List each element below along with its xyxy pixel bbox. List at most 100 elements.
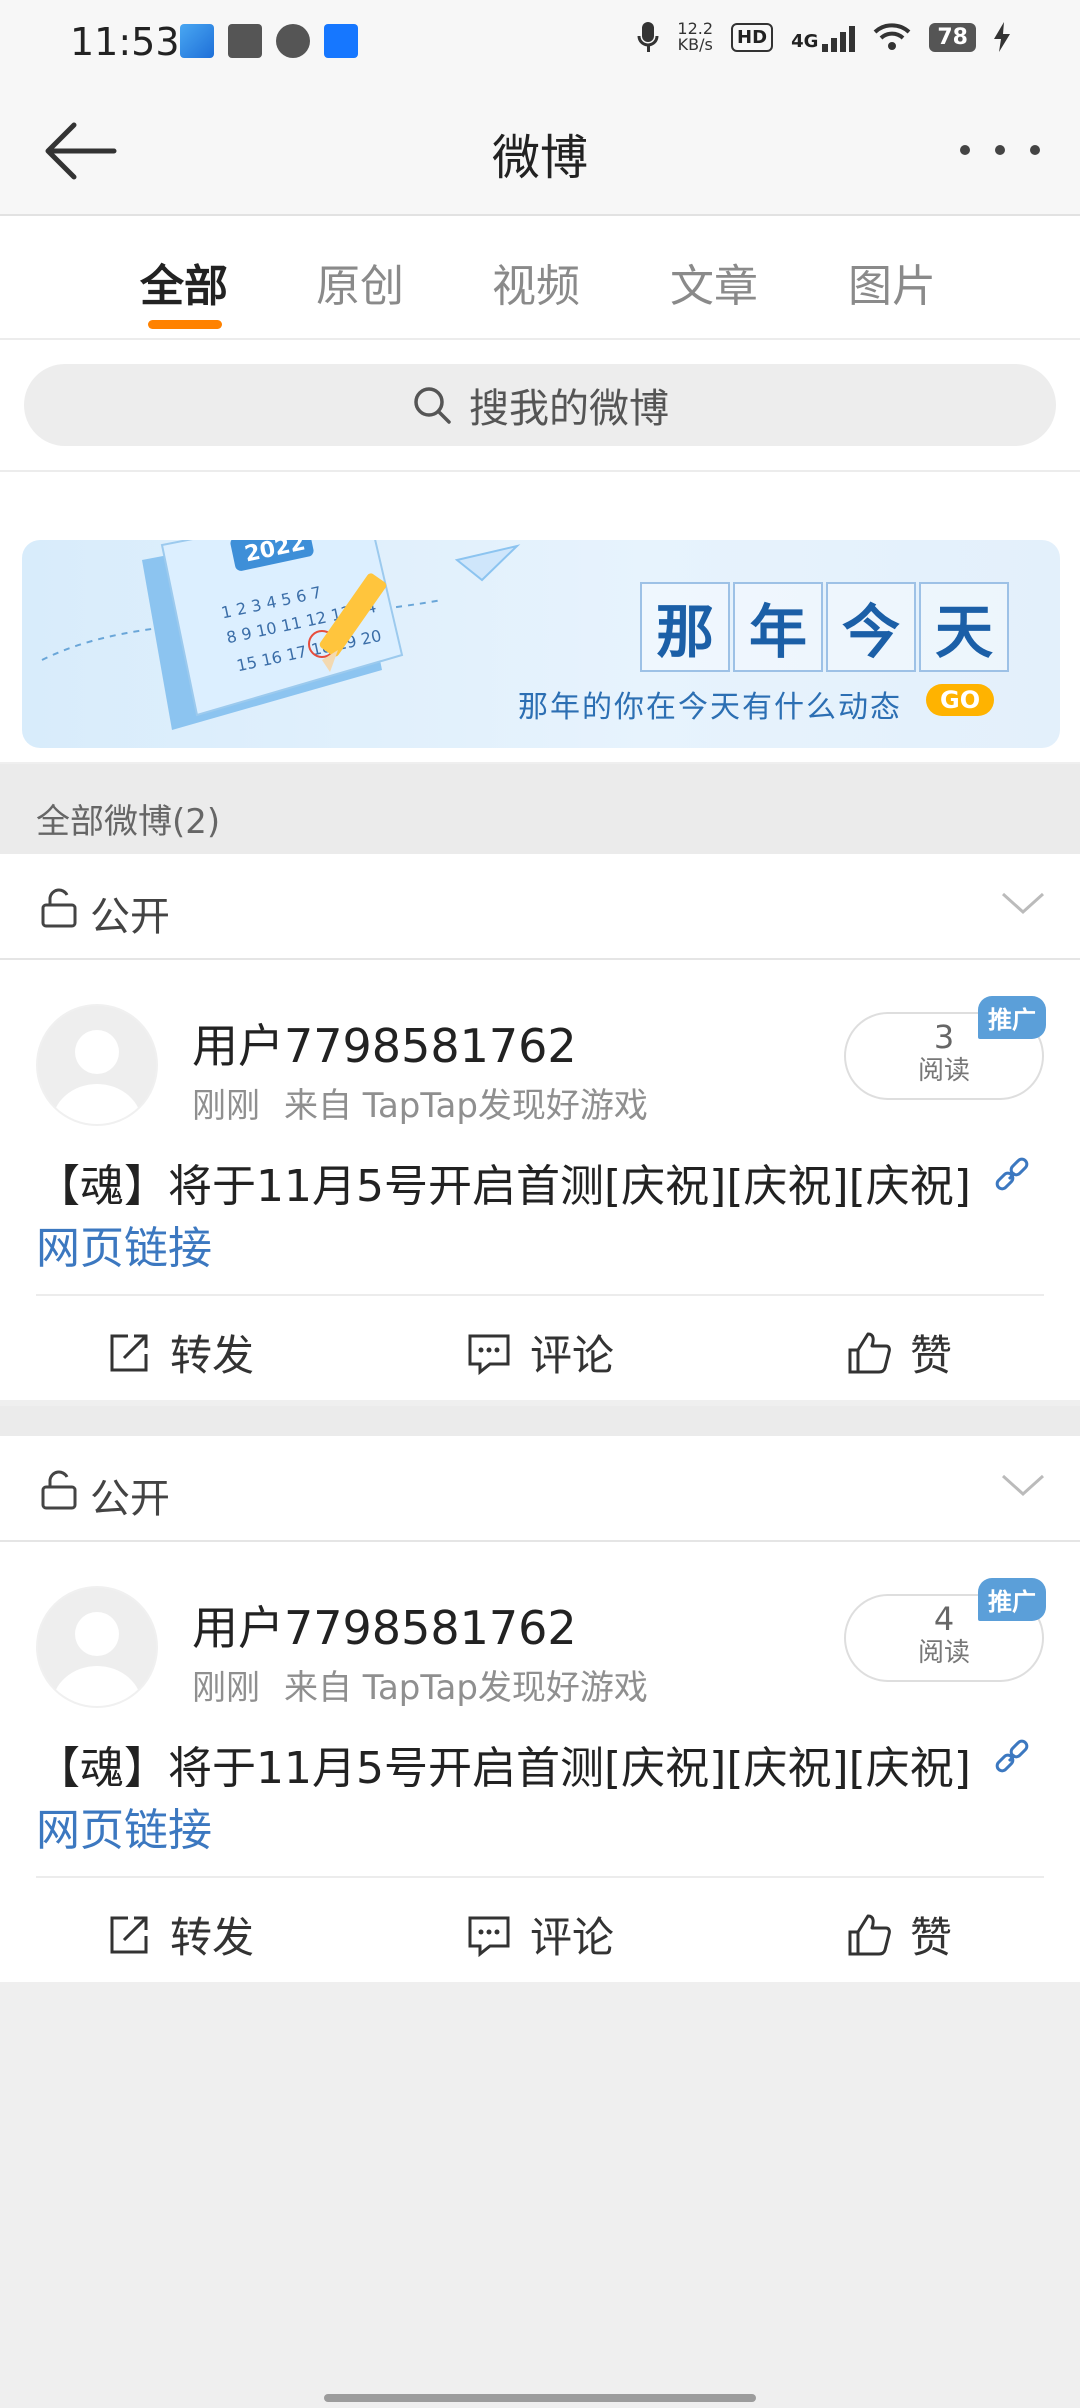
status-time: 11:53	[70, 20, 180, 64]
post-time: 刚刚	[192, 1086, 260, 1126]
unlock-icon	[41, 888, 77, 928]
section-label: 全部微博(2)	[36, 802, 221, 842]
link-icon	[995, 1739, 1029, 1773]
status-right: 12.2 KB/s HD 4G 78	[637, 20, 1010, 54]
search-input[interactable]: 搜我的微博	[24, 364, 1056, 446]
visibility-label: 公开	[90, 894, 170, 940]
microphone-icon	[637, 22, 659, 52]
banner-title-char: 今	[826, 582, 916, 672]
default-avatar-icon	[52, 1612, 142, 1706]
filter-tabs: 全部 原创 视频 文章 图片	[0, 216, 1080, 340]
avatar[interactable]	[36, 1586, 158, 1708]
like-label: 赞	[910, 1331, 953, 1380]
post-username[interactable]: 用户7798581762	[192, 1592, 577, 1658]
more-button[interactable]	[960, 128, 1040, 172]
like-label: 赞	[910, 1913, 953, 1962]
paper-plane-app-icon	[180, 24, 214, 58]
post-username[interactable]: 用户7798581762	[192, 1010, 577, 1076]
repost-button[interactable]: 转发	[106, 1904, 254, 1965]
avatar[interactable]	[36, 1004, 158, 1126]
network-type: 4G	[791, 31, 819, 52]
top-nav-bar: 微博	[0, 88, 1080, 216]
tab-video[interactable]: 视频	[492, 250, 580, 314]
on-this-day-banner[interactable]: 2022 1 2 3 4 5 6 7 8 9 10 11 12 13 14 15…	[22, 540, 1060, 748]
visibility-label: 公开	[90, 1476, 170, 1522]
chat-bubble-icon	[276, 24, 310, 58]
visibility-row[interactable]: 公开	[0, 854, 1080, 960]
wifi-icon	[874, 23, 911, 50]
thumbs-up-icon	[848, 1914, 891, 1955]
promote-badge[interactable]: 推广	[978, 1578, 1046, 1621]
visibility-row[interactable]: 公开	[0, 1436, 1080, 1542]
post-source: 来自 TapTap发现好游戏	[284, 1668, 648, 1708]
tab-all[interactable]: 全部	[140, 250, 228, 314]
comment-label: 评论	[530, 1331, 615, 1380]
chevron-down-icon[interactable]	[1000, 1470, 1046, 1500]
post-content: 【魂】将于11月5号开启首测[庆祝][庆祝][庆祝]	[36, 1743, 971, 1794]
more-dot-icon	[1030, 145, 1040, 155]
banner-go-button[interactable]: GO	[926, 684, 995, 716]
post-meta: 刚刚 来自 TapTap发现好游戏	[192, 1078, 648, 1127]
unlock-icon	[41, 1470, 77, 1510]
post-card: 用户7798581762 刚刚 来自 TapTap发现好游戏 3 阅读 推广 【魂…	[0, 960, 1080, 1400]
search-icon	[414, 387, 451, 424]
web-link[interactable]: 网页链接	[36, 1212, 212, 1276]
repost-label: 转发	[170, 1913, 255, 1962]
post-actions: 转发 评论 赞	[0, 1878, 1080, 1982]
like-button[interactable]: 赞	[846, 1904, 952, 1965]
repost-label: 转发	[170, 1331, 255, 1380]
read-label: 阅读	[917, 1638, 970, 1668]
tab-image[interactable]: 图片	[848, 250, 936, 314]
tab-article[interactable]: 文章	[670, 250, 758, 314]
thumbs-up-icon	[848, 1332, 891, 1373]
section-header: 全部微博(2)	[0, 764, 1080, 854]
default-avatar-icon	[52, 1030, 142, 1124]
comment-button[interactable]: 评论	[466, 1904, 614, 1965]
repost-icon	[110, 1334, 148, 1371]
like-button[interactable]: 赞	[846, 1322, 952, 1383]
banner-title-char: 年	[733, 582, 823, 672]
read-label: 阅读	[917, 1056, 970, 1086]
chevron-down-icon[interactable]	[1000, 888, 1046, 918]
more-dot-icon	[995, 145, 1005, 155]
banner-title-char: 那	[640, 582, 730, 672]
card-separator	[0, 1406, 1080, 1436]
comment-icon	[468, 1916, 510, 1957]
comment-icon	[468, 1334, 510, 1375]
search-section: 搜我的微博	[0, 340, 1080, 472]
tab-original[interactable]: 原创	[316, 250, 404, 314]
banner-subtitle: 那年的你在今天有什么动态	[518, 690, 902, 725]
post-time: 刚刚	[192, 1668, 260, 1708]
search-placeholder: 搜我的微博	[469, 386, 669, 432]
charging-bolt-icon	[994, 22, 1010, 52]
promote-badge[interactable]: 推广	[978, 996, 1046, 1039]
signal-bars-icon	[822, 22, 856, 52]
banner-title: 那 年 今 天	[640, 582, 1012, 672]
hd-badge: HD	[731, 22, 774, 52]
notification-icons	[180, 24, 358, 58]
alipay-icon	[324, 24, 358, 58]
banner-section: 2022 1 2 3 4 5 6 7 8 9 10 11 12 13 14 15…	[0, 472, 1080, 762]
comment-button[interactable]: 评论	[466, 1322, 614, 1383]
repost-button[interactable]: 转发	[106, 1322, 254, 1383]
page-title: 微博	[491, 130, 588, 186]
home-indicator[interactable]	[324, 2394, 756, 2402]
post-actions: 转发 评论 赞	[0, 1296, 1080, 1400]
battery-level: 78	[929, 22, 976, 52]
repost-icon	[110, 1916, 148, 1953]
net-speed: 12.2 KB/s	[677, 21, 713, 53]
status-bar: 11:53 12.2 KB/s HD 4G 78	[0, 0, 1080, 88]
post-meta: 刚刚 来自 TapTap发现好游戏	[192, 1660, 648, 1709]
post-source: 来自 TapTap发现好游戏	[284, 1086, 648, 1126]
banner-title-char: 天	[919, 582, 1009, 672]
calendar-illustration: 2022 1 2 3 4 5 6 7 8 9 10 11 12 13 14 15…	[41, 540, 521, 730]
net-speed-unit: KB/s	[677, 35, 713, 54]
square-app-icon	[228, 24, 262, 58]
more-dot-icon	[960, 145, 970, 155]
cellular-signal: 4G	[791, 22, 856, 52]
comment-label: 评论	[530, 1913, 615, 1962]
link-icon	[995, 1157, 1029, 1191]
post-content: 【魂】将于11月5号开启首测[庆祝][庆祝][庆祝]	[36, 1161, 971, 1212]
web-link[interactable]: 网页链接	[36, 1794, 212, 1858]
active-tab-indicator	[148, 320, 222, 329]
